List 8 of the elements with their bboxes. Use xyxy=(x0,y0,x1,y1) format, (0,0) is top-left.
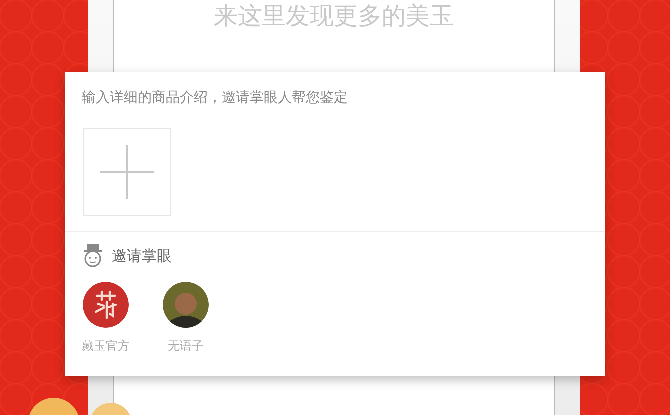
description-field[interactable]: 输入详细的商品介绍，邀请掌眼人帮您鉴定 xyxy=(82,90,582,106)
logo-avatar[interactable] xyxy=(83,282,129,328)
expert-name: 无语子 xyxy=(168,338,204,355)
avatar-photo-placeholder[interactable] xyxy=(163,282,209,328)
plus-icon xyxy=(100,145,154,199)
expert-name: 藏玉官方 xyxy=(82,338,130,355)
invite-title: 邀请掌眼 xyxy=(112,246,172,266)
hat-face-icon xyxy=(82,244,104,268)
